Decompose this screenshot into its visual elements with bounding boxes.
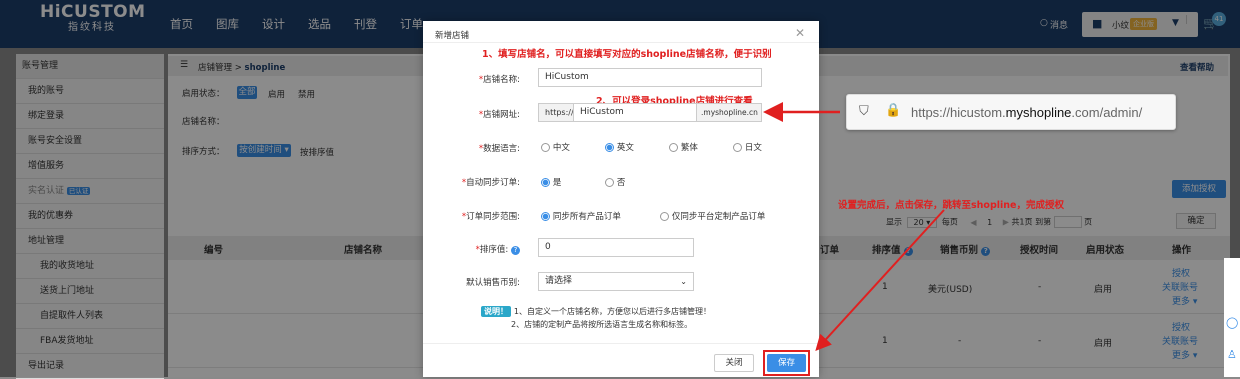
annotation-arrows bbox=[763, 102, 945, 351]
arrow-to-save bbox=[815, 209, 945, 351]
